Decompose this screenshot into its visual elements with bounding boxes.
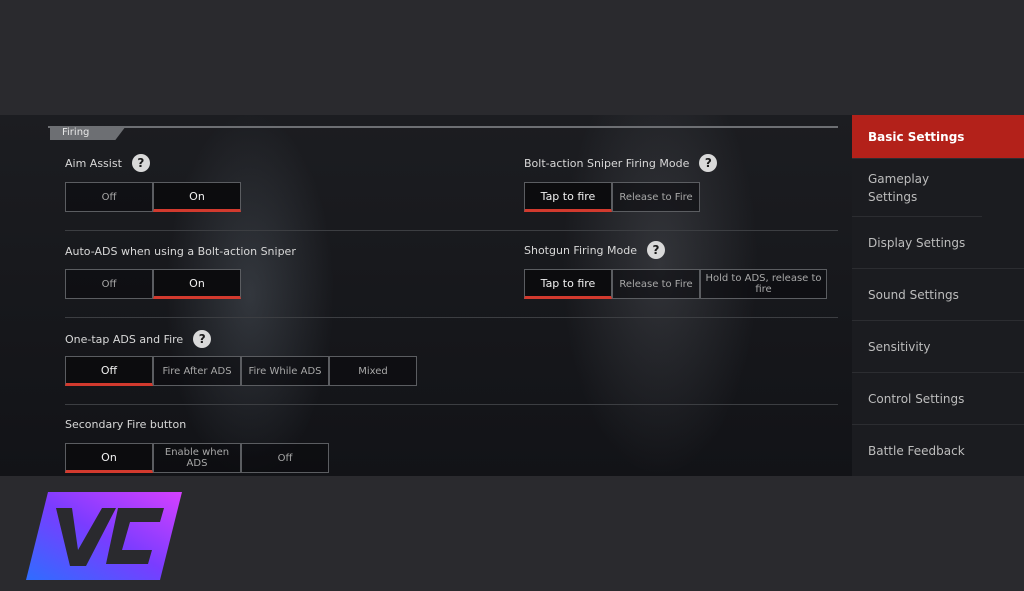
auto-ads-setting: Auto-ADS when using a Bolt-action Sniper	[65, 245, 296, 258]
aim-assist-on-button[interactable]: On	[153, 182, 241, 212]
shotgun-tap-to-fire-button[interactable]: Tap to fire	[524, 269, 612, 299]
section-divider-line	[48, 126, 838, 128]
one-tap-ads-label: One-tap ADS and Fire	[65, 332, 184, 346]
sidebar-item-basic-settings[interactable]: Basic Settings	[852, 115, 1024, 159]
help-icon[interactable]: ?	[647, 241, 666, 259]
aim-assist-setting: Aim Assist ?	[65, 154, 150, 172]
row-divider	[65, 404, 838, 405]
sidebar-item-sound-settings[interactable]: Sound Settings	[852, 269, 1024, 321]
vc-logo-icon	[26, 492, 182, 580]
aim-assist-options: Off On	[65, 182, 241, 212]
one-tap-ads-fire-while-button[interactable]: Fire While ADS	[241, 356, 329, 386]
sidebar-item-battle-feedback[interactable]: Battle Feedback	[852, 425, 1024, 476]
shotgun-mode-options: Tap to fire Release to Fire Hold to ADS,…	[524, 269, 827, 299]
shotgun-mode-setting: Shotgun Firing Mode ?	[524, 241, 666, 259]
bolt-sniper-release-to-fire-button[interactable]: Release to Fire	[612, 182, 700, 212]
auto-ads-off-button[interactable]: Off	[65, 269, 153, 299]
auto-ads-label: Auto-ADS when using a Bolt-action Sniper	[65, 245, 296, 258]
shotgun-mode-label: Shotgun Firing Mode	[524, 243, 638, 257]
secondary-fire-enable-ads-button[interactable]: Enable when ADS	[153, 443, 241, 473]
shotgun-release-to-fire-button[interactable]: Release to Fire	[612, 269, 700, 299]
auto-ads-on-button[interactable]: On	[153, 269, 241, 299]
settings-sidebar: Basic Settings Gameplay Settings Display…	[852, 115, 1024, 476]
one-tap-ads-fire-after-button[interactable]: Fire After ADS	[153, 356, 241, 386]
secondary-fire-off-button[interactable]: Off	[241, 443, 329, 473]
help-icon[interactable]: ?	[193, 330, 212, 348]
bolt-sniper-tap-to-fire-button[interactable]: Tap to fire	[524, 182, 612, 212]
secondary-fire-setting: Secondary Fire button	[65, 418, 186, 431]
secondary-fire-options: On Enable when ADS Off	[65, 443, 329, 473]
one-tap-ads-mixed-button[interactable]: Mixed	[329, 356, 417, 386]
sidebar-item-control-settings[interactable]: Control Settings	[852, 373, 1024, 425]
section-title-firing: Firing	[50, 126, 126, 140]
bolt-sniper-setting: Bolt-action Sniper Firing Mode ?	[524, 154, 718, 172]
sidebar-item-gameplay-settings[interactable]: Gameplay Settings	[852, 159, 982, 217]
sidebar-item-sensitivity[interactable]: Sensitivity	[852, 321, 1024, 373]
help-icon[interactable]: ?	[131, 154, 150, 172]
row-divider	[65, 317, 838, 318]
aim-assist-label: Aim Assist	[65, 156, 122, 170]
auto-ads-options: Off On	[65, 269, 241, 299]
settings-panel: Firing Aim Assist ? Off On Bolt-action S…	[0, 115, 1024, 476]
one-tap-ads-options: Off Fire After ADS Fire While ADS Mixed	[65, 356, 417, 386]
one-tap-ads-off-button[interactable]: Off	[65, 356, 153, 386]
row-divider	[65, 230, 838, 231]
sidebar-item-display-settings[interactable]: Display Settings	[852, 217, 1024, 269]
shotgun-hold-to-ads-button[interactable]: Hold to ADS, release to fire	[700, 269, 827, 299]
secondary-fire-on-button[interactable]: On	[65, 443, 153, 473]
help-icon[interactable]: ?	[699, 154, 718, 172]
firing-settings: Firing Aim Assist ? Off On Bolt-action S…	[48, 115, 842, 476]
bolt-sniper-options: Tap to fire Release to Fire	[524, 182, 700, 212]
aim-assist-off-button[interactable]: Off	[65, 182, 153, 212]
bolt-sniper-label: Bolt-action Sniper Firing Mode	[524, 156, 690, 170]
secondary-fire-label: Secondary Fire button	[65, 418, 187, 431]
one-tap-ads-setting: One-tap ADS and Fire ?	[65, 330, 212, 348]
